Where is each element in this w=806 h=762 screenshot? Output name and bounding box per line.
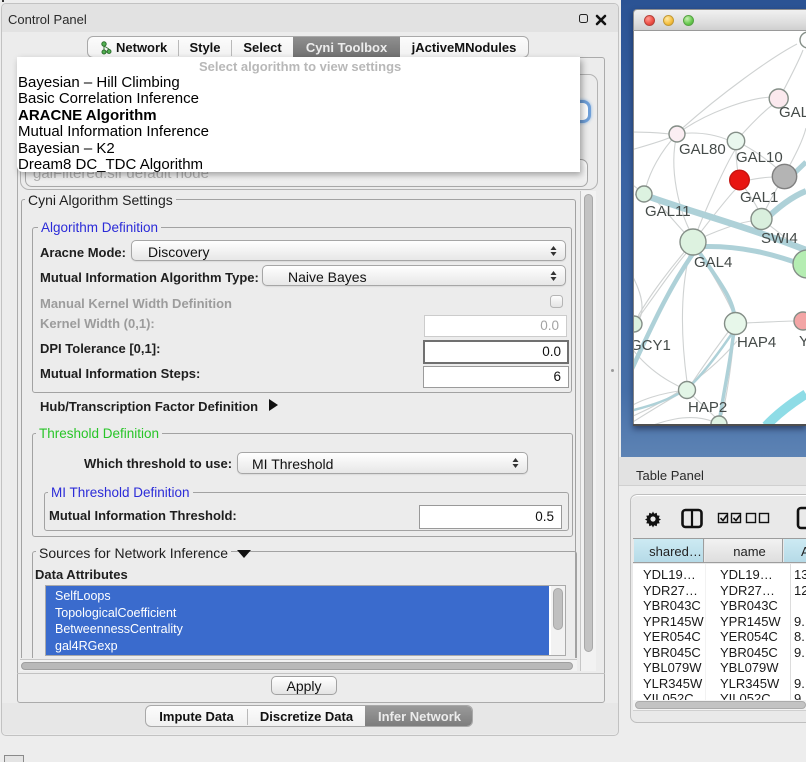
svg-text:GAL4: GAL4 (694, 254, 732, 271)
svg-text:GAL11: GAL11 (645, 203, 691, 220)
svg-text:GAL7: GAL7 (779, 104, 806, 121)
svg-text:HAP2: HAP2 (688, 399, 727, 416)
svg-text:GAL10: GAL10 (736, 149, 783, 166)
svg-text:YM: YM (799, 333, 806, 350)
svg-text:GAL1: GAL1 (740, 189, 778, 206)
svg-text:SWI4: SWI4 (761, 230, 798, 247)
svg-text:HAP4: HAP4 (737, 334, 776, 351)
svg-text:GCY1: GCY1 (634, 337, 671, 354)
svg-text:GAL80: GAL80 (679, 141, 726, 158)
